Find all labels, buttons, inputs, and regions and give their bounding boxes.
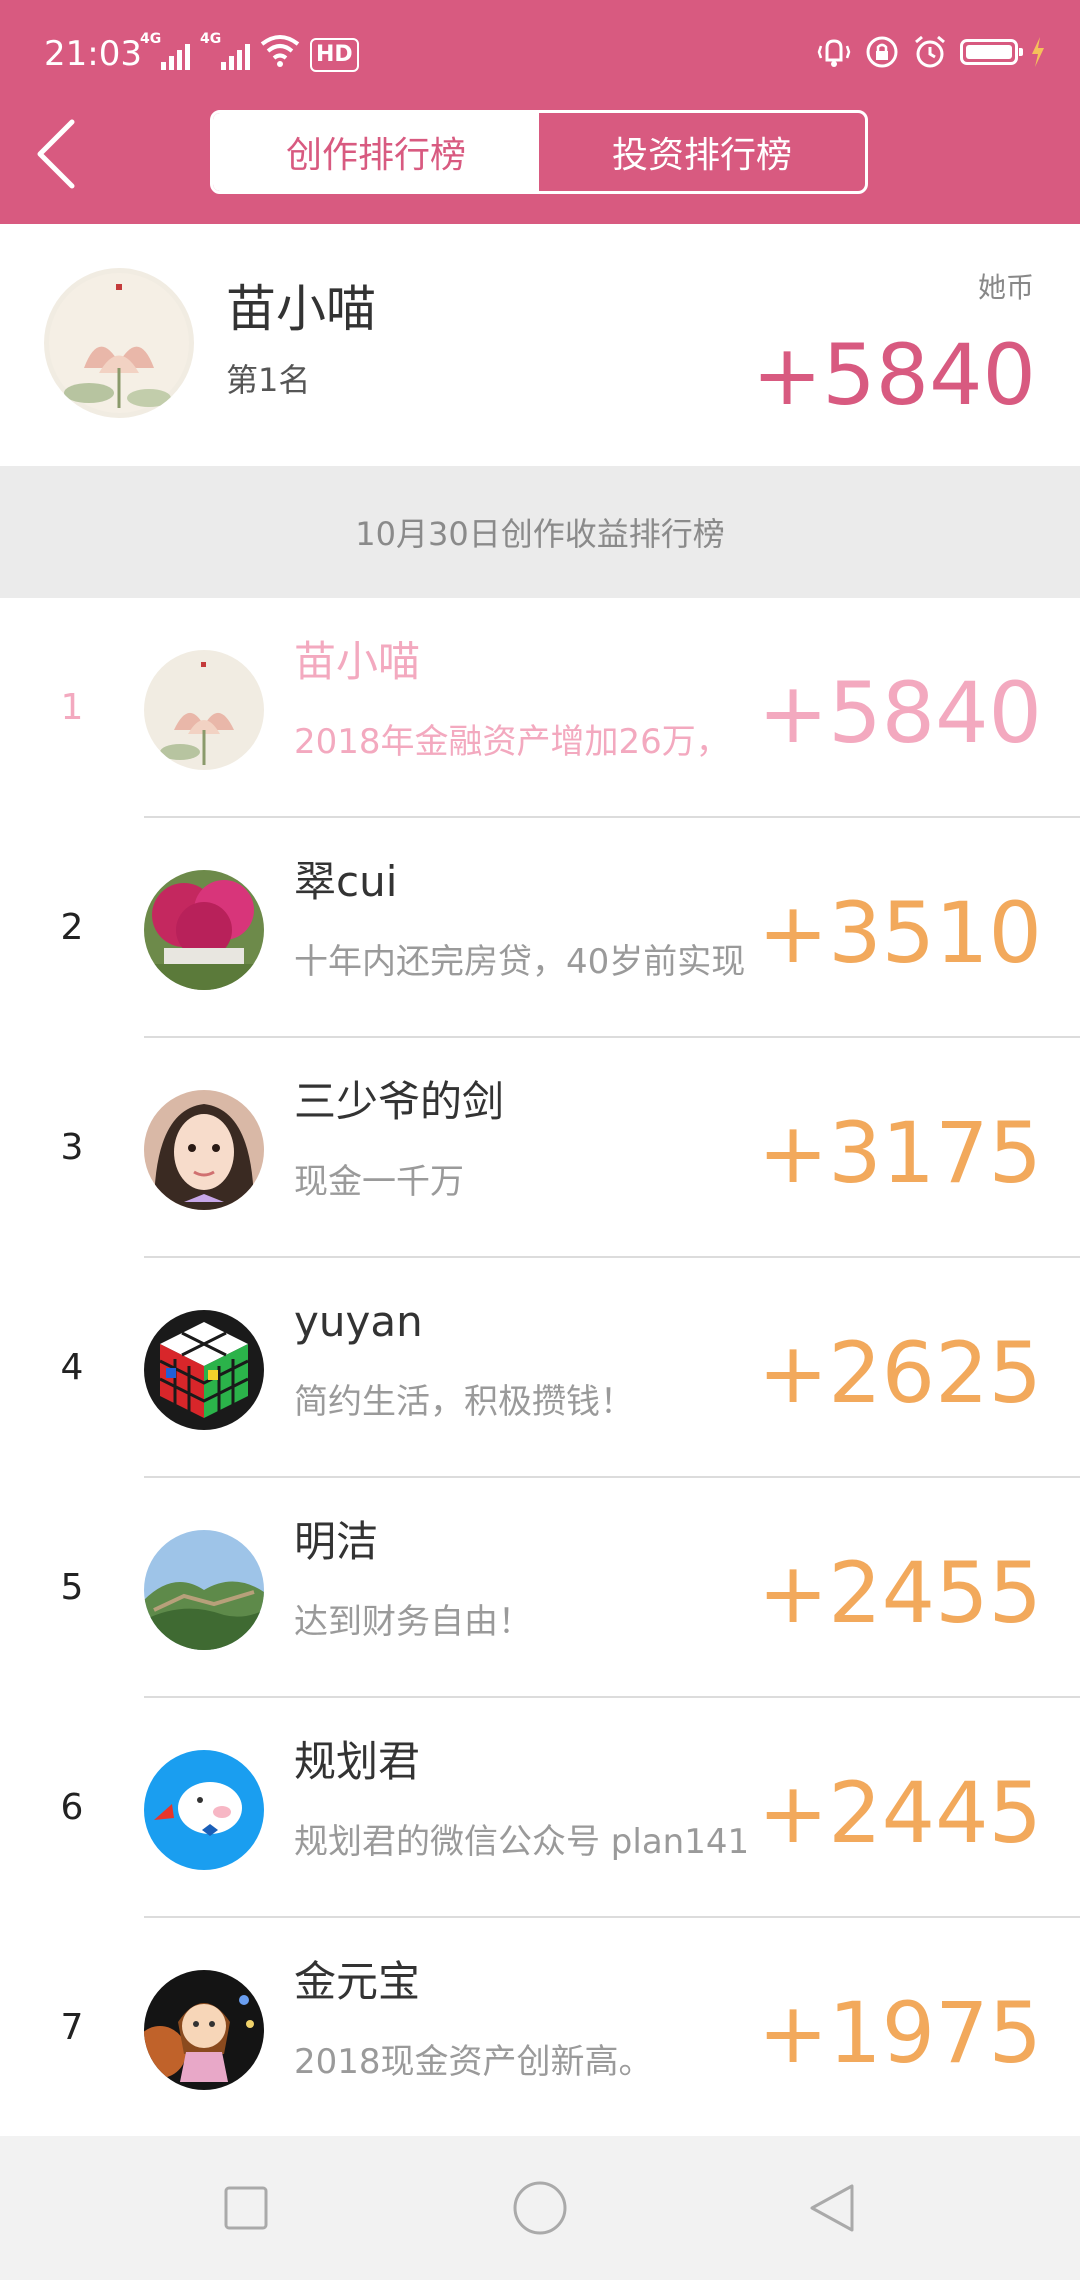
network-type-label: 4G [200,31,222,47]
header: 21:03 4G 4G HD 创作排行榜 投资排行榜 [0,0,1080,224]
list-item[interactable]: 5 明洁 达到财务自由！ +2455 [0,1478,1080,1698]
signal-icon: 4G [140,32,190,72]
back-icon[interactable] [28,114,88,194]
score: +3175 [757,1104,1042,1202]
avatar[interactable] [144,1090,264,1210]
signal-icon: 4G [200,32,250,72]
list-item[interactable]: 2 翠cui 十年内还完房贷，40岁前实现 +3510 [0,818,1080,1038]
avatar[interactable] [144,870,264,990]
username: yuyan [294,1297,423,1346]
tab-creation-ranking[interactable]: 创作排行榜 [213,113,539,191]
recent-apps-icon[interactable] [214,2176,278,2240]
my-username: 苗小喵 [226,280,376,338]
user-motto: 简约生活，积极攒钱！ [294,1382,634,1422]
ranking-tabs: 创作排行榜 投资排行榜 [210,110,868,194]
section-title: 10月30日创作收益排行榜 [0,466,1080,598]
username: 规划君 [294,1737,421,1786]
my-rank-card[interactable]: 苗小喵 第1名 她币 +5840 [0,224,1080,466]
system-nav-bar [0,2136,1080,2280]
avatar[interactable] [144,1970,264,2090]
avatar[interactable] [44,268,194,418]
rotation-lock-icon [866,36,898,68]
user-motto: 现金一千万 [294,1162,464,1202]
username: 三少爷的剑 [294,1077,505,1126]
back-triangle-icon[interactable] [800,2176,864,2240]
user-motto: 规划君的微信公众号 plan141 [294,1822,750,1862]
tab-investment-ranking[interactable]: 投资排行榜 [539,113,865,191]
rank-number: 3 [60,1127,84,1168]
home-icon[interactable] [508,2176,572,2240]
avatar[interactable] [144,1310,264,1430]
charging-icon [1032,37,1044,67]
ranking-list: 1 苗小喵 2018年金融资产增加26万， +5840 2 翠cui 十年内还完… [0,598,1080,2136]
wifi-icon [260,32,300,72]
list-item[interactable]: 6 规划君 规划君的微信公众号 plan141 +2445 [0,1698,1080,1918]
user-motto: 十年内还完房贷，40岁前实现 [294,942,746,982]
score: +5840 [757,664,1042,762]
score: +3510 [757,884,1042,982]
status-time: 21:03 [44,34,142,74]
rank-number: 7 [60,2007,84,2048]
vibrate-icon [817,39,851,67]
avatar[interactable] [144,1750,264,1870]
score: +2625 [757,1324,1042,1422]
app-screen: 21:03 4G 4G HD 创作排行榜 投资排行榜 苗小喵 第1名 她币 +5… [0,0,1080,2280]
list-item[interactable]: 7 金元宝 2018现金资产创新高。 +1975 [0,1918,1080,2138]
network-type-label: 4G [140,31,162,47]
score: +2445 [757,1764,1042,1862]
my-score: +5840 [751,326,1036,424]
rank-number: 6 [60,1787,84,1828]
username: 翠cui [294,857,398,906]
battery-icon [960,39,1023,65]
avatar[interactable] [144,1530,264,1650]
avatar[interactable] [144,650,264,770]
rank-number: 4 [60,1347,84,1388]
rank-number: 2 [60,907,84,948]
status-network: 4G 4G HD [140,32,359,72]
score: +2455 [757,1544,1042,1642]
username: 明洁 [294,1517,379,1566]
list-item[interactable]: 3 三少爷的剑 现金一千万 +3175 [0,1038,1080,1258]
username: 金元宝 [294,1957,421,2006]
rank-number: 1 [60,687,84,728]
currency-label: 她币 [977,271,1034,304]
status-icons [816,34,1046,70]
user-motto: 2018现金资产创新高。 [294,2042,653,2082]
user-motto: 2018年金融资产增加26万， [294,722,730,762]
username: 苗小喵 [294,637,421,686]
list-item[interactable]: 1 苗小喵 2018年金融资产增加26万， +5840 [0,598,1080,818]
rank-number: 5 [60,1567,84,1608]
list-item[interactable]: 4 yuyan 简约生活，积极攒钱！ +2625 [0,1258,1080,1478]
my-rank-position: 第1名 [226,361,311,399]
user-motto: 达到财务自由！ [294,1602,532,1642]
hd-indicator: HD [310,38,359,72]
alarm-icon [915,35,945,68]
score: +1975 [757,1984,1042,2082]
